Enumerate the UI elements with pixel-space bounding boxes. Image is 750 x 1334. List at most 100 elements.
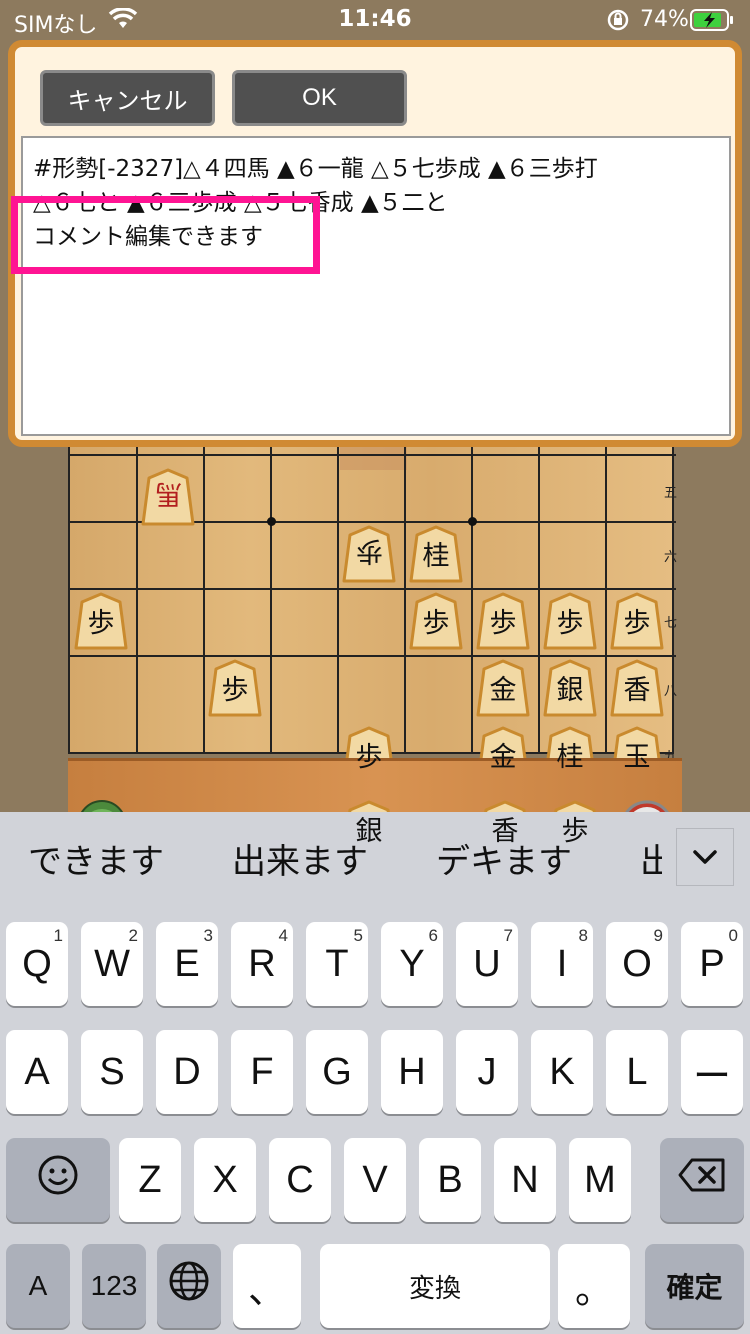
comment-textarea[interactable]: #形勢[-2327]△４四馬 ▲６一龍 △５七歩成 ▲６三歩打 △６七と ▲６三… — [21, 136, 731, 436]
star-point — [267, 517, 276, 526]
key-l[interactable]: L — [606, 1030, 668, 1114]
piece-label: 歩 — [422, 608, 450, 639]
key-label: D — [173, 1050, 201, 1093]
key-number-hint: 1 — [53, 926, 63, 945]
rank-label: 八 — [664, 684, 678, 699]
key-label: C — [286, 1158, 314, 1201]
key-ー[interactable]: ー — [681, 1030, 743, 1114]
shogi-piece[interactable]: 歩 — [409, 592, 463, 650]
piece-label: 歩 — [87, 608, 115, 639]
candidate-4[interactable]: 出 — [640, 834, 662, 883]
key-label: H — [398, 1050, 426, 1093]
key-label: N — [511, 1158, 539, 1201]
key-e[interactable]: E3 — [156, 922, 218, 1006]
key-label: P — [699, 942, 725, 985]
shogi-piece[interactable]: 歩 — [610, 592, 664, 650]
shogi-piece[interactable]: 歩 — [74, 592, 128, 650]
space-convert-key[interactable]: 変換 — [320, 1244, 550, 1328]
shogi-piece[interactable]: 馬 — [141, 468, 195, 526]
shogi-piece[interactable]: 歩 — [342, 525, 396, 583]
key-f[interactable]: F — [231, 1030, 293, 1114]
piece-label: 馬 — [154, 478, 182, 509]
grid-line-horizontal — [70, 454, 676, 456]
rotation-lock-icon — [606, 8, 630, 38]
key-i[interactable]: I8 — [531, 922, 593, 1006]
key-m[interactable]: M — [569, 1138, 631, 1222]
grid-line-vertical — [538, 420, 540, 754]
shogi-piece[interactable]: 銀 — [543, 659, 597, 717]
shogi-piece[interactable]: 桂 — [409, 525, 463, 583]
key-c[interactable]: C — [269, 1138, 331, 1222]
clock: 11:46 — [338, 6, 412, 32]
rank-label: 七 — [664, 616, 678, 631]
key-n[interactable]: N — [494, 1138, 556, 1222]
piece-label: 歩 — [355, 742, 383, 773]
candidate-1[interactable]: できます — [28, 834, 164, 883]
key-label: X — [212, 1158, 238, 1201]
key-w[interactable]: W2 — [81, 922, 143, 1006]
piece-label: 銀 — [355, 816, 383, 847]
key-k[interactable]: K — [531, 1030, 593, 1114]
piece-label: 歩 — [556, 608, 584, 639]
shogi-piece[interactable]: 歩 — [543, 592, 597, 650]
confirm-key[interactable]: 確定 — [645, 1244, 744, 1328]
key-h[interactable]: H — [381, 1030, 443, 1114]
key-a[interactable]: A — [6, 1030, 68, 1114]
key-label: M — [584, 1158, 616, 1201]
piece-label: 金 — [489, 742, 517, 773]
key-v[interactable]: V — [344, 1138, 406, 1222]
candidate-2[interactable]: 出来ます — [232, 834, 368, 883]
shogi-piece[interactable]: 歩 — [476, 592, 530, 650]
grid-line-vertical — [136, 420, 138, 754]
key-o[interactable]: O9 — [606, 922, 668, 1006]
key-number-hint: 4 — [278, 926, 288, 945]
alpha-key[interactable]: A — [6, 1244, 70, 1328]
annotation-highlight-box — [11, 196, 320, 274]
key-label: B — [437, 1158, 463, 1201]
key-label: R — [248, 942, 276, 985]
key-label: S — [99, 1050, 125, 1093]
shogi-piece[interactable]: 歩 — [208, 659, 262, 717]
key-z[interactable]: Z — [119, 1138, 181, 1222]
key-r[interactable]: R4 — [231, 922, 293, 1006]
piece-label: 金 — [489, 675, 517, 706]
backspace-key[interactable] — [660, 1138, 744, 1222]
emoji-icon — [37, 1154, 79, 1206]
key-q[interactable]: Q1 — [6, 922, 68, 1006]
key-g[interactable]: G — [306, 1030, 368, 1114]
key-label: ー — [692, 1055, 731, 1098]
key-u[interactable]: U7 — [456, 922, 518, 1006]
key-b[interactable]: B — [419, 1138, 481, 1222]
key-s[interactable]: S — [81, 1030, 143, 1114]
comma-key[interactable]: 、 — [233, 1244, 301, 1328]
grid-line-vertical — [270, 420, 272, 754]
grid-line-horizontal — [70, 588, 676, 590]
key-d[interactable]: D — [156, 1030, 218, 1114]
key-label: T — [325, 942, 349, 985]
key-label: W — [94, 942, 130, 985]
emoji-key[interactable] — [6, 1138, 110, 1222]
ok-button[interactable]: OK — [232, 70, 407, 126]
key-number-hint: 5 — [353, 926, 363, 945]
numbers-key[interactable]: 123 — [82, 1244, 146, 1328]
grid-line-vertical — [337, 420, 339, 754]
key-t[interactable]: T5 — [306, 922, 368, 1006]
key-j[interactable]: J — [456, 1030, 518, 1114]
key-p[interactable]: P0 — [681, 922, 743, 1006]
key-x[interactable]: X — [194, 1138, 256, 1222]
globe-key[interactable] — [157, 1244, 221, 1328]
key-number-hint: 2 — [128, 926, 138, 945]
key-y[interactable]: Y6 — [381, 922, 443, 1006]
shogi-piece[interactable]: 金 — [476, 659, 530, 717]
key-number-hint: 3 — [203, 926, 213, 945]
chevron-down-icon[interactable] — [676, 828, 734, 886]
star-point — [468, 517, 477, 526]
ios-keyboard: できます 出来ます デキます 出 Q1W2E3R4T5Y6U7I8O9P0 AS… — [0, 812, 750, 1334]
status-bar: SIMなし 11:46 74% — [0, 0, 750, 40]
key-label: L — [626, 1050, 648, 1093]
cancel-button[interactable]: キャンセル — [40, 70, 215, 126]
period-key[interactable]: 。 — [558, 1244, 630, 1328]
piece-label: 桂 — [556, 742, 584, 773]
key-number-hint: 6 — [428, 926, 438, 945]
shogi-piece[interactable]: 香 — [610, 659, 664, 717]
